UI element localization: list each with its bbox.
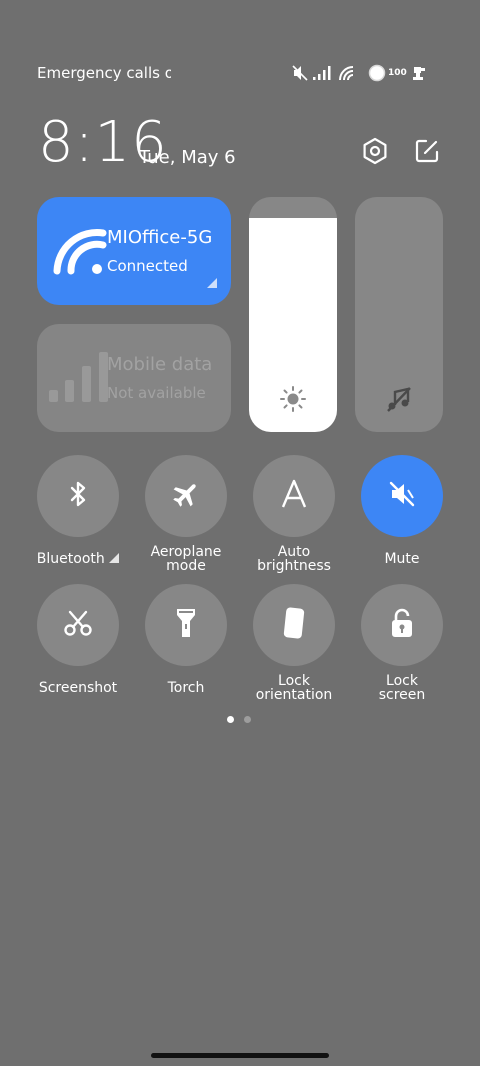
mobile-signal-icon <box>47 352 113 408</box>
wifi-icon <box>51 227 107 281</box>
aeroplane-mode-label: Aeroplane mode <box>150 544 222 574</box>
mobile-data-tile[interactable]: Mobile data Not available <box>37 324 231 432</box>
screenshot-toggle[interactable] <box>37 584 119 666</box>
page-dot-2[interactable] <box>244 716 251 723</box>
wifi-status-icon <box>338 65 356 81</box>
status-icons: 100 <box>292 60 427 86</box>
torch-label: Torch <box>167 680 205 696</box>
page-dot-1[interactable] <box>227 716 234 723</box>
aeroplane-mode-toggle[interactable] <box>145 455 227 537</box>
volume-slider[interactable] <box>355 197 443 432</box>
page-indicator <box>227 716 251 723</box>
battery-icon <box>368 64 386 82</box>
brightness-slider[interactable] <box>249 197 337 432</box>
mute-label: Mute <box>384 551 420 567</box>
bluetooth-expand-icon[interactable] <box>109 553 120 563</box>
lock-orientation-toggle[interactable] <box>253 584 335 666</box>
status-carrier-text: Emergency calls o <box>37 64 171 82</box>
auto-brightness-icon <box>279 479 309 513</box>
settings-icon[interactable] <box>360 136 390 166</box>
music-muted-icon <box>384 384 414 414</box>
wifi-tile[interactable]: MIOffice-5G Connected <box>37 197 231 305</box>
edit-icon[interactable] <box>412 136 442 166</box>
lock-screen-toggle[interactable] <box>361 584 443 666</box>
auto-brightness-toggle[interactable] <box>253 455 335 537</box>
auto-brightness-label: Auto brightness <box>257 544 331 574</box>
mobile-data-title: Mobile data <box>107 354 213 375</box>
airplane-icon <box>171 479 201 513</box>
signal-icon <box>312 65 332 81</box>
bluetooth-toggle[interactable] <box>37 455 119 537</box>
battery-level: 100 <box>388 68 407 78</box>
torch-toggle[interactable] <box>145 584 227 666</box>
lock-orientation-label: Lock orientation <box>255 673 333 703</box>
bluetooth-icon <box>64 479 92 513</box>
phone-rotation-icon <box>281 606 307 644</box>
wifi-network-name: MIOffice-5G <box>107 227 213 248</box>
date[interactable]: Tue, May 6 <box>139 146 236 170</box>
lock-screen-label: Lock screen <box>378 673 426 703</box>
mobile-data-status: Not available <box>107 384 206 402</box>
mute-toggle[interactable] <box>361 455 443 537</box>
brightness-icon <box>278 384 308 414</box>
scissors-icon <box>62 608 94 642</box>
mute-status-icon <box>292 65 310 81</box>
padlock-icon <box>389 607 415 643</box>
mute-icon <box>387 479 417 513</box>
flashlight-icon <box>174 607 198 643</box>
screenshot-label: Screenshot <box>38 680 118 696</box>
bluetooth-label: Bluetooth <box>23 552 133 566</box>
expand-corner-icon[interactable] <box>207 273 217 292</box>
home-gesture-bar[interactable] <box>151 1053 329 1058</box>
usb-debug-icon <box>411 65 427 81</box>
